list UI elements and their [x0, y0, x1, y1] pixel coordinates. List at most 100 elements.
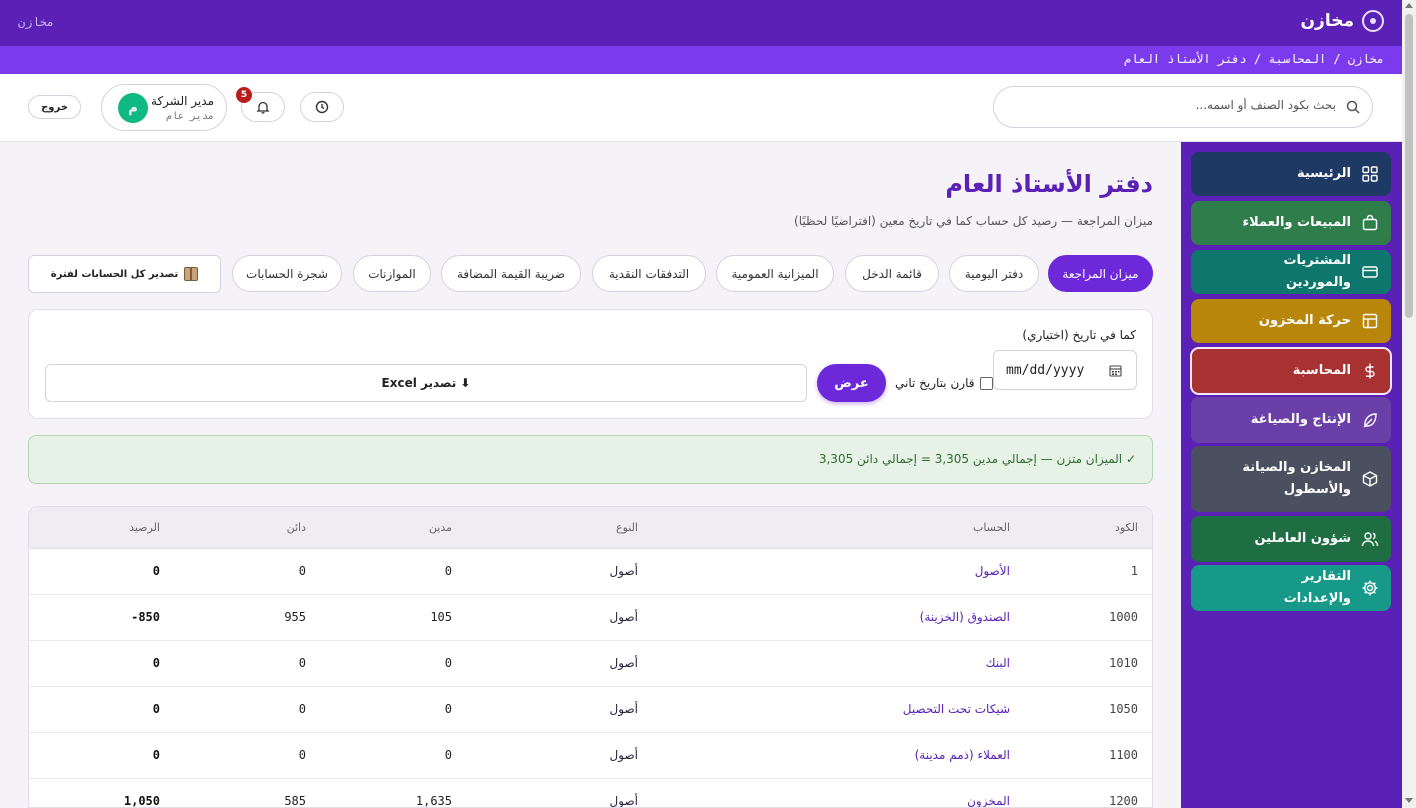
sidebar-item-label: شؤون العاملين	[1254, 531, 1351, 546]
calendar-icon	[1109, 365, 1122, 377]
header-code: الكود	[1114, 521, 1138, 534]
top-bar: مخازن مخازن	[0, 0, 1402, 46]
tab-trial-balance[interactable]: ميزان المراجعة	[1048, 255, 1153, 292]
scroll-thumb[interactable]	[1405, 14, 1413, 318]
users-icon	[1361, 532, 1379, 547]
cell-credit: 0	[298, 656, 306, 670]
sidebar-item-reports[interactable]: التقارير والإعدادات	[1191, 565, 1391, 611]
sidebar-item-warehouses[interactable]: المخازن والصيانة والأسطول	[1191, 446, 1391, 512]
compare-label: قارن بتاريخ تاني	[895, 376, 975, 390]
cell-debit: 1,635	[415, 794, 452, 808]
cell-balance: -850	[131, 610, 160, 624]
sidebar-item-inventory[interactable]: حركة المخزون	[1191, 299, 1391, 343]
compare-checkbox[interactable]	[980, 376, 994, 390]
search-box[interactable]	[993, 86, 1373, 128]
user-role: مدير عام	[165, 111, 214, 122]
top-left-title: مخازن	[18, 15, 55, 29]
tab-cash-flows[interactable]: التدفقات النقدية	[592, 255, 706, 292]
table-row[interactable]: 1100 العملاء (ذمم مدينة) أصول 0 0 0	[29, 733, 1152, 779]
cell-credit: 0	[298, 748, 306, 762]
cell-account[interactable]: الأصول	[975, 564, 1010, 578]
avatar: م	[118, 93, 148, 123]
cell-account[interactable]: شيكات تحت التحصيل	[903, 702, 1010, 716]
cell-account[interactable]: العملاء (ذمم مدينة)	[915, 748, 1010, 762]
header-balance: الرصيد	[129, 521, 160, 534]
balance-status-banner: ✓ الميزان متزن — إجمالي مدين 3,305 = إجم…	[28, 435, 1153, 484]
tab-balance-sheet[interactable]: الميزانية العمومية	[716, 255, 834, 292]
view-button[interactable]: عرض	[817, 364, 886, 402]
app-title: مخازن	[1300, 11, 1354, 31]
cell-code: 1200	[1109, 794, 1138, 808]
breadcrumb: مخازن / المحاسبة / دفتر الأستاذ العام	[1123, 52, 1384, 66]
bag-icon	[1362, 214, 1378, 231]
user-menu[interactable]: م مدير الشركة مدير عام	[101, 84, 227, 131]
cell-type: أصول	[609, 702, 638, 716]
table-row[interactable]: 1010 البنك أصول 0 0 0	[29, 641, 1152, 687]
sidebar-item-label: الرئيسية	[1296, 166, 1351, 181]
sidebar-item-hr[interactable]: شؤون العاملين	[1191, 516, 1391, 562]
cell-code: 1000	[1109, 610, 1138, 624]
table-row[interactable]: 1200 المخزون أصول 1,635 585 1,050	[29, 779, 1152, 808]
cell-debit: 0	[444, 564, 452, 578]
filter-card: كما في تاريخ (اختياري) mm/dd/yyyy قارن ب…	[28, 309, 1153, 419]
table-row[interactable]: 1000 الصندوق (الخزينة) أصول 105 955 -850	[29, 595, 1152, 641]
notifications-button[interactable]: 5	[236, 87, 285, 122]
scroll-up-arrow[interactable]	[1405, 3, 1413, 8]
card-icon	[1362, 266, 1378, 278]
sidebar-item-accounting[interactable]: المحاسبة	[1190, 347, 1392, 395]
cell-account[interactable]: الصندوق (الخزينة)	[920, 610, 1010, 624]
sidebar-item-label: حركة المخزون	[1258, 313, 1351, 328]
search-icon	[1346, 100, 1360, 114]
cell-code: 1010	[1109, 656, 1138, 670]
tab-vat[interactable]: ضريبة القيمة المضافة	[441, 255, 581, 292]
tab-chart-of-accounts[interactable]: شجرة الحسابات	[232, 255, 342, 292]
tab-income-statement[interactable]: قائمة الدخل	[845, 255, 939, 292]
dollar-icon	[1365, 363, 1375, 379]
compare-option[interactable]: قارن بتاريخ تاني	[895, 376, 994, 390]
sidebar-item-sales[interactable]: المبيعات والعملاء	[1191, 201, 1391, 245]
cell-type: أصول	[609, 794, 638, 808]
export-all-label: تصدير كل الحسابات لفترة	[50, 268, 179, 280]
search-input[interactable]	[1016, 98, 1336, 112]
export-excel-button[interactable]: ⬇ تصدير Excel	[45, 364, 807, 402]
trial-balance-table: الكود الحساب النوع مدين دائن الرصيد 1 ال…	[28, 506, 1153, 808]
page-scrollbar[interactable]	[1402, 0, 1416, 808]
cell-balance: 1,050	[123, 794, 160, 808]
bell-icon	[256, 101, 270, 114]
table-row[interactable]: 1 الأصول أصول 0 0 0	[29, 549, 1152, 595]
grid-icon	[1362, 166, 1378, 182]
logout-button[interactable]: خروج	[28, 95, 81, 119]
tab-journal[interactable]: دفتر اليومية	[949, 255, 1039, 292]
cell-code: 1100	[1109, 748, 1138, 762]
history-button[interactable]	[300, 92, 344, 122]
cell-account[interactable]: المخزون	[967, 794, 1010, 807]
date-field[interactable]: mm/dd/yyyy	[993, 350, 1137, 390]
cell-balance: 0	[152, 564, 160, 578]
brand[interactable]: مخازن	[1301, 10, 1384, 32]
sidebar-item-label: الإنتاج والصياغة	[1250, 412, 1351, 427]
cell-account[interactable]: البنك	[986, 656, 1010, 670]
cell-debit: 0	[444, 702, 452, 716]
header-account: الحساب	[972, 521, 1010, 534]
cell-type: أصول	[609, 748, 638, 762]
sidebar-item-purchases[interactable]: المشتريات والموردين	[1191, 250, 1391, 294]
cell-credit: 955	[284, 610, 306, 624]
cell-credit: 585	[284, 794, 306, 808]
table-row[interactable]: 1050 شيكات تحت التحصيل أصول 0 0 0	[29, 687, 1152, 733]
cell-type: أصول	[609, 656, 638, 670]
feather-icon	[1363, 413, 1377, 428]
sidebar-item-production[interactable]: الإنتاج والصياغة	[1191, 397, 1391, 443]
scroll-down-arrow[interactable]	[1405, 798, 1413, 803]
tab-budgets[interactable]: الموازنات	[353, 255, 431, 292]
cell-debit: 0	[444, 748, 452, 762]
table-icon	[1362, 313, 1378, 329]
logo-icon	[1362, 10, 1384, 32]
page-subtitle: ميزان المراجعة — رصيد كل حساب كما في تار…	[794, 214, 1153, 228]
sidebar-item-home[interactable]: الرئيسية	[1191, 152, 1391, 196]
date-label: كما في تاريخ (اختياري)	[1022, 328, 1136, 342]
date-value: mm/dd/yyyy	[1006, 363, 1085, 378]
sidebar-item-label: التقارير والإعدادات	[1283, 569, 1351, 606]
cell-debit: 0	[444, 656, 452, 670]
export-all-button[interactable]: تصدير كل الحسابات لفترة	[28, 255, 221, 293]
sidebar: الرئيسية المبيعات والعملاء المشتريات وال…	[1181, 142, 1402, 808]
